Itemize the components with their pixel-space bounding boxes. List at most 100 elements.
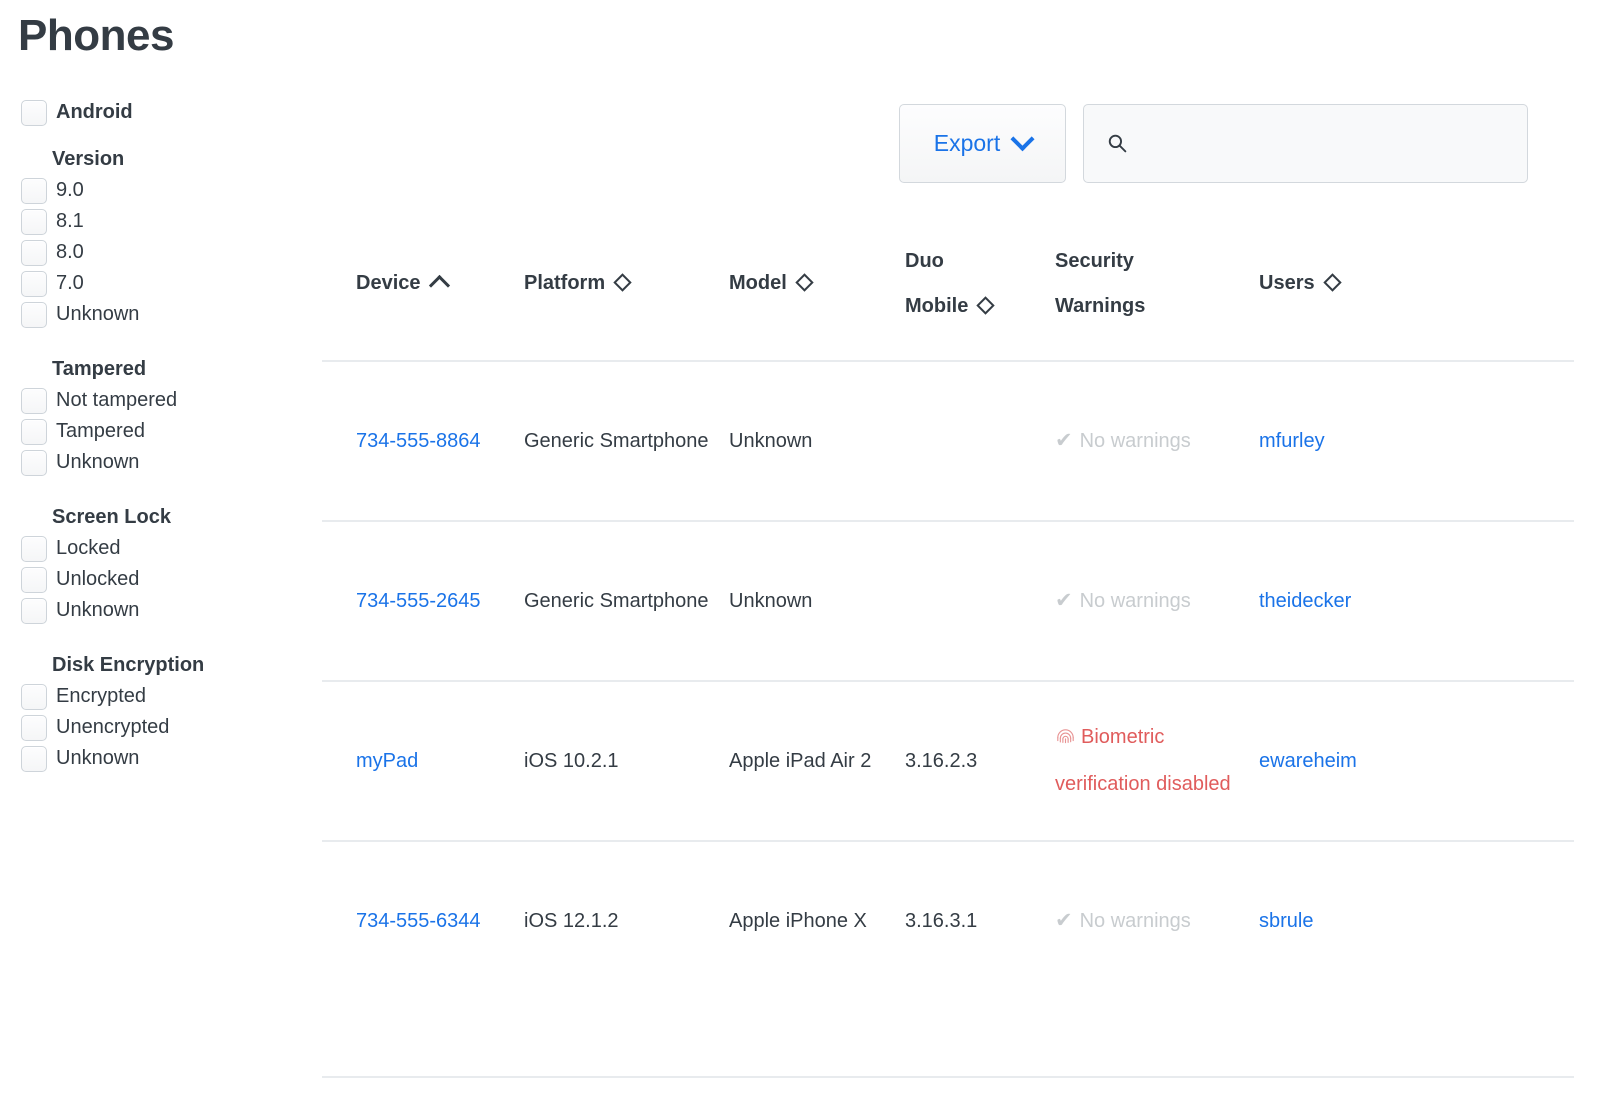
unlocked-checkbox[interactable] (21, 567, 47, 593)
diskenc-unknown-checkbox[interactable] (21, 746, 47, 772)
security-warnings-text: Biometric verification disabled (1055, 726, 1231, 795)
filter-option-label: Unknown (56, 303, 139, 326)
device-link[interactable]: 734-555-8864 (322, 418, 524, 465)
unencrypted-checkbox[interactable] (21, 715, 47, 741)
model-cell: Unknown (729, 578, 905, 625)
filter-option-screenlock-1[interactable]: Unlocked (0, 564, 320, 595)
security-warnings-text: No warnings (1080, 910, 1191, 932)
version-8-1-checkbox[interactable] (21, 209, 47, 235)
locked-checkbox[interactable] (21, 536, 47, 562)
table-toolbar: Export (899, 104, 1528, 183)
not-tampered-checkbox[interactable] (21, 388, 47, 414)
filter-option-label: Unknown (56, 747, 139, 770)
search-box[interactable] (1083, 104, 1528, 183)
device-link[interactable]: myPad (322, 738, 524, 785)
version-9-0-checkbox[interactable] (21, 178, 47, 204)
user-link[interactable]: mfurley (1259, 418, 1519, 465)
table-row: 734-555-2645 Generic Smartphone Unknown … (322, 520, 1574, 680)
column-header-users[interactable]: Users (1259, 245, 1519, 295)
security-warnings-cell: ✔ No warnings (1055, 897, 1259, 945)
filter-option-screenlock-0[interactable]: Locked (0, 533, 320, 564)
fingerprint-icon (1055, 725, 1076, 746)
filter-sidebar: Android Version 9.0 8.1 8.0 7.0 Unknown … (0, 95, 320, 774)
filter-option-version-1[interactable]: 8.1 (0, 206, 320, 237)
column-header-security-warnings: Security Warnings (1055, 245, 1259, 318)
filter-option-label: Unknown (56, 451, 139, 474)
table-row: myPad iOS 10.2.1 Apple iPad Air 2 3.16.2… (322, 680, 1574, 840)
column-header-label: Device (356, 272, 421, 295)
user-link[interactable]: ewareheim (1259, 738, 1519, 785)
device-link[interactable]: 734-555-6344 (322, 898, 524, 945)
security-warnings-cell: ✔ No warnings (1055, 417, 1259, 465)
user-link[interactable]: theidecker (1259, 578, 1519, 625)
sidebar-item-android[interactable]: Android (0, 95, 320, 130)
device-link[interactable]: 734-555-2645 (322, 578, 524, 625)
sort-unsorted-icon (613, 273, 631, 291)
encrypted-checkbox[interactable] (21, 684, 47, 710)
filter-option-label: 9.0 (56, 179, 84, 202)
filter-option-label: Unknown (56, 599, 139, 622)
column-header-label-line2: Warnings (1055, 295, 1145, 318)
filter-option-diskenc-1[interactable]: Unencrypted (0, 712, 320, 743)
export-button[interactable]: Export (899, 104, 1066, 183)
security-warnings-text: No warnings (1080, 430, 1191, 452)
filter-option-version-2[interactable]: 8.0 (0, 237, 320, 268)
security-warnings-text: No warnings (1080, 590, 1191, 612)
column-header-duo-mobile[interactable]: Duo Mobile (905, 245, 1055, 318)
column-header-platform[interactable]: Platform (524, 245, 729, 295)
column-header-label-line1: Duo (905, 250, 992, 273)
version-unknown-checkbox[interactable] (21, 302, 47, 328)
filter-option-label: Unlocked (56, 568, 139, 591)
duo-mobile-cell: 3.16.3.1 (905, 898, 1055, 945)
model-cell: Apple iPhone X (729, 898, 905, 945)
check-icon: ✔ (1055, 417, 1073, 464)
filter-option-label: Encrypted (56, 685, 146, 708)
filter-option-tampered-0[interactable]: Not tampered (0, 385, 320, 416)
filter-option-diskenc-0[interactable]: Encrypted (0, 681, 320, 712)
model-cell: Apple iPad Air 2 (729, 738, 905, 785)
phones-page: Phones Android Version 9.0 8.1 8.0 7.0 U… (0, 0, 1600, 1096)
column-header-device[interactable]: Device (322, 245, 524, 295)
filter-option-label: 7.0 (56, 272, 84, 295)
android-checkbox[interactable] (21, 100, 47, 126)
export-button-label: Export (934, 130, 1000, 157)
screenlock-unknown-checkbox[interactable] (21, 598, 47, 624)
filter-option-version-3[interactable]: 7.0 (0, 268, 320, 299)
filter-option-tampered-2[interactable]: Unknown (0, 447, 320, 478)
column-header-label-line2: Mobile (905, 295, 968, 318)
version-8-0-checkbox[interactable] (21, 240, 47, 266)
android-label: Android (56, 101, 133, 124)
platform-cell: Generic Smartphone (524, 418, 729, 465)
column-header-label-line1: Security (1055, 250, 1145, 273)
chevron-down-icon (1011, 127, 1035, 151)
filter-option-label: Locked (56, 537, 121, 560)
filter-option-version-4[interactable]: Unknown (0, 299, 320, 330)
filter-option-label: Not tampered (56, 389, 177, 412)
filter-option-label: 8.0 (56, 241, 84, 264)
duo-mobile-cell: 3.16.2.3 (905, 738, 1055, 785)
filter-option-screenlock-2[interactable]: Unknown (0, 595, 320, 626)
security-warnings-cell: ✔ No warnings (1055, 577, 1259, 625)
column-header-model[interactable]: Model (729, 245, 905, 295)
sort-unsorted-icon (977, 296, 995, 314)
security-warnings-cell: Biometric verification disabled (1055, 714, 1259, 808)
filter-option-version-0[interactable]: 9.0 (0, 175, 320, 206)
model-cell: Unknown (729, 418, 905, 465)
search-input[interactable] (1140, 131, 1520, 156)
check-icon: ✔ (1055, 577, 1073, 624)
column-header-label: Platform (524, 272, 605, 295)
check-icon: ✔ (1055, 897, 1073, 944)
table-row: 734-555-8864 Generic Smartphone Unknown … (322, 360, 1574, 520)
version-7-0-checkbox[interactable] (21, 271, 47, 297)
platform-cell: iOS 10.2.1 (524, 738, 729, 785)
tampered-checkbox[interactable] (21, 419, 47, 445)
filter-option-diskenc-2[interactable]: Unknown (0, 743, 320, 774)
column-header-label: Users (1259, 272, 1315, 295)
tampered-unknown-checkbox[interactable] (21, 450, 47, 476)
filter-option-tampered-1[interactable]: Tampered (0, 416, 320, 447)
user-link[interactable]: sbrule (1259, 898, 1519, 945)
search-icon (1107, 133, 1128, 154)
sort-unsorted-icon (1323, 273, 1341, 291)
filter-option-label: Unencrypted (56, 716, 169, 739)
sort-unsorted-icon (795, 273, 813, 291)
